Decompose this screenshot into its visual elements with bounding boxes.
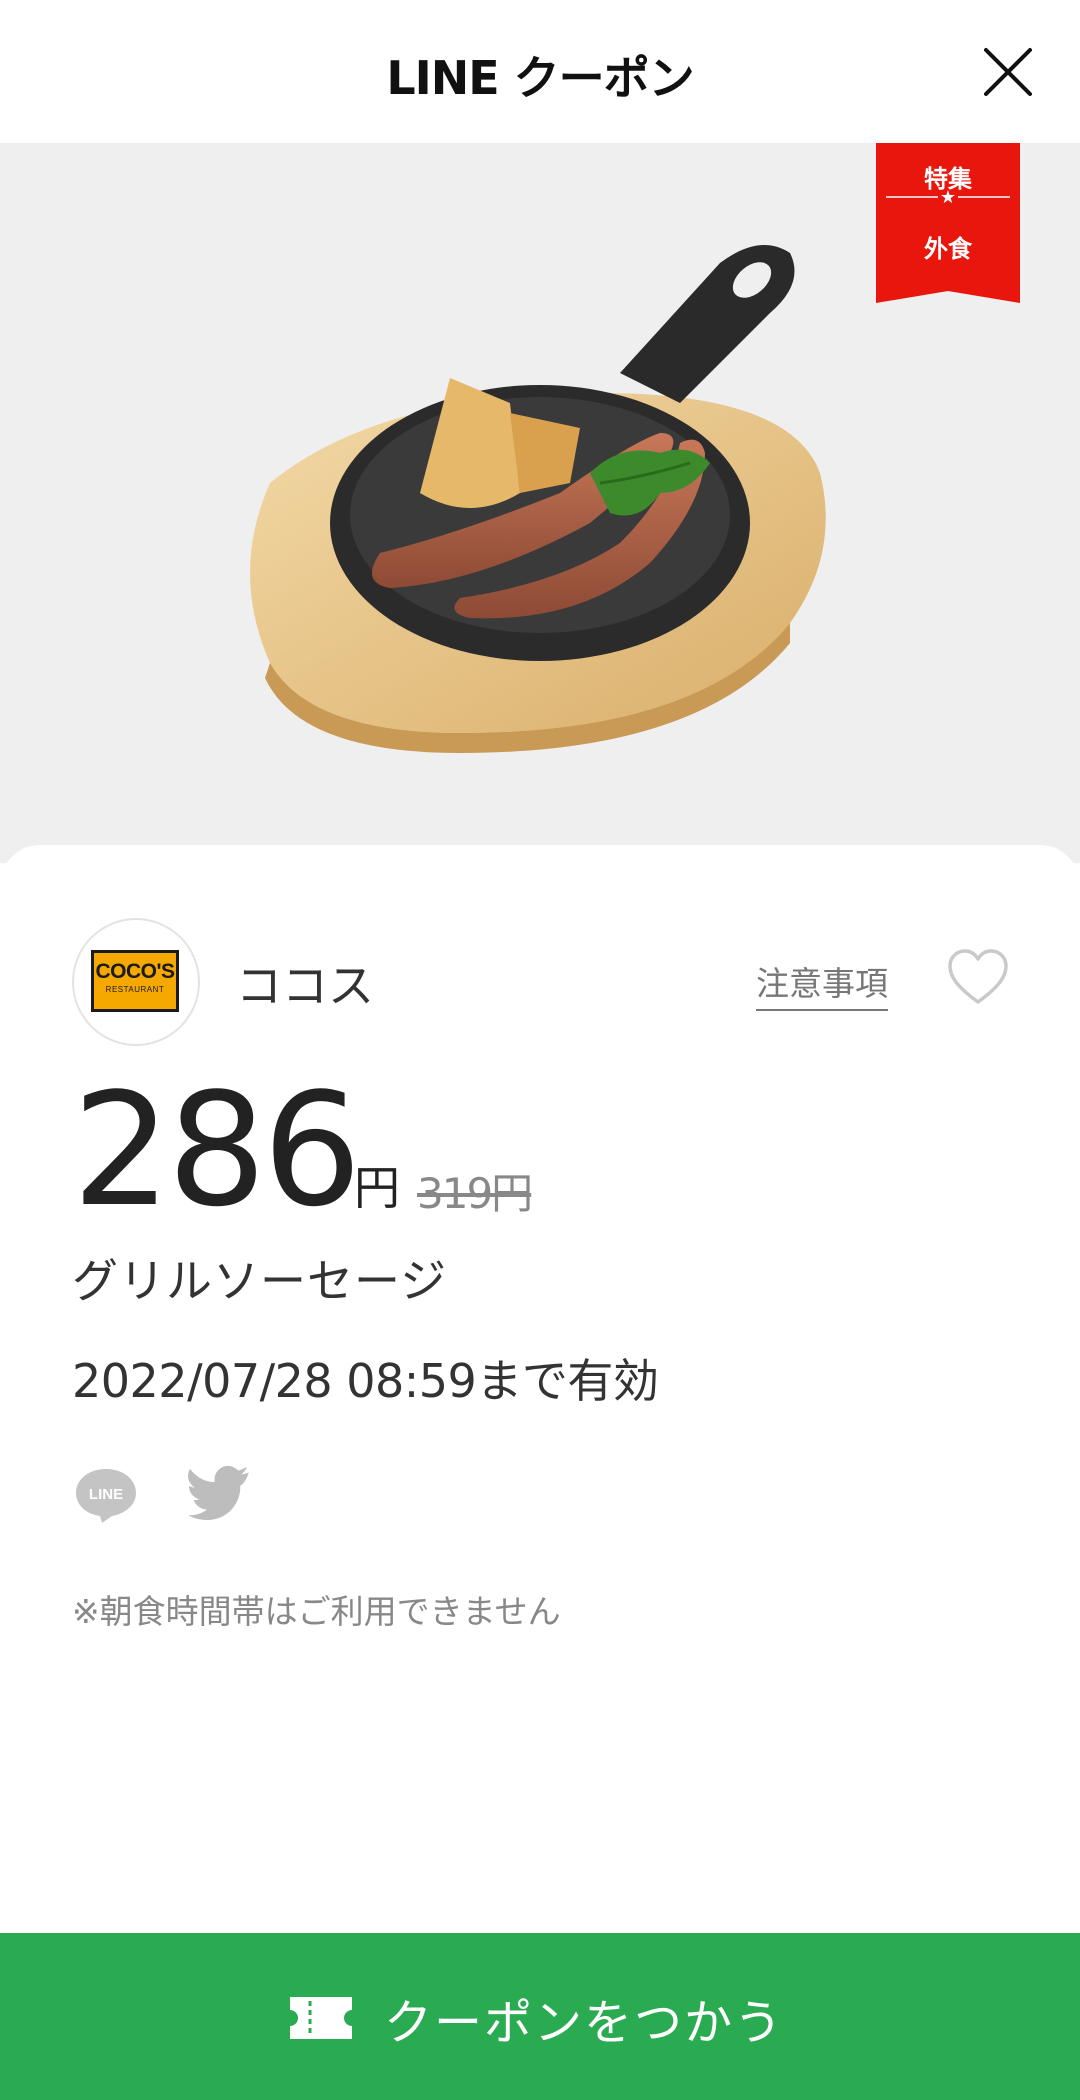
- feature-badge: 特集 ★ 外食: [876, 143, 1020, 303]
- close-icon: [984, 48, 1032, 96]
- store-logo-subtext: RESTAURANT: [105, 985, 165, 994]
- price-unit: 円: [354, 1161, 400, 1215]
- app-title: LINE クーポン: [386, 51, 694, 105]
- validity-date: 2022/07/28 08:59まで有効: [72, 1354, 659, 1408]
- coupon-card: COCO'S RESTAURANT ココス 注意事項 286 円 319円 グリ…: [0, 845, 1080, 1935]
- star-icon: ★: [939, 187, 957, 208]
- heart-icon: [948, 949, 1008, 1004]
- twitter-icon: [188, 1465, 249, 1520]
- badge-label-bottom: 外食: [924, 235, 972, 263]
- use-coupon-label: クーポンをつかう: [384, 1995, 785, 2051]
- use-coupon-button[interactable]: クーポンをつかう: [0, 1933, 1080, 2100]
- original-price: 319円: [417, 1169, 533, 1218]
- discount-price: 286: [72, 1059, 362, 1241]
- notes-link[interactable]: 注意事項: [756, 957, 888, 1011]
- favorite-button[interactable]: [946, 948, 1010, 1008]
- store-name: ココス: [236, 959, 374, 1013]
- line-share-label: LINE: [89, 1486, 123, 1503]
- app-header: LINE クーポン: [0, 0, 1080, 143]
- product-name: グリルソーセージ: [72, 1254, 448, 1308]
- share-twitter-button[interactable]: [186, 1465, 254, 1525]
- share-line-button[interactable]: LINE: [72, 1465, 140, 1525]
- store-logo-text: COCO'S: [95, 960, 175, 983]
- usage-note: ※朝食時間帯はご利用できません: [72, 1592, 561, 1631]
- close-button[interactable]: [980, 44, 1036, 100]
- store-logo-mark: COCO'S RESTAURANT: [91, 950, 179, 1012]
- ticket-icon: [290, 1997, 352, 2039]
- line-share-icon: LINE: [76, 1469, 136, 1523]
- store-logo: COCO'S RESTAURANT: [72, 918, 200, 1046]
